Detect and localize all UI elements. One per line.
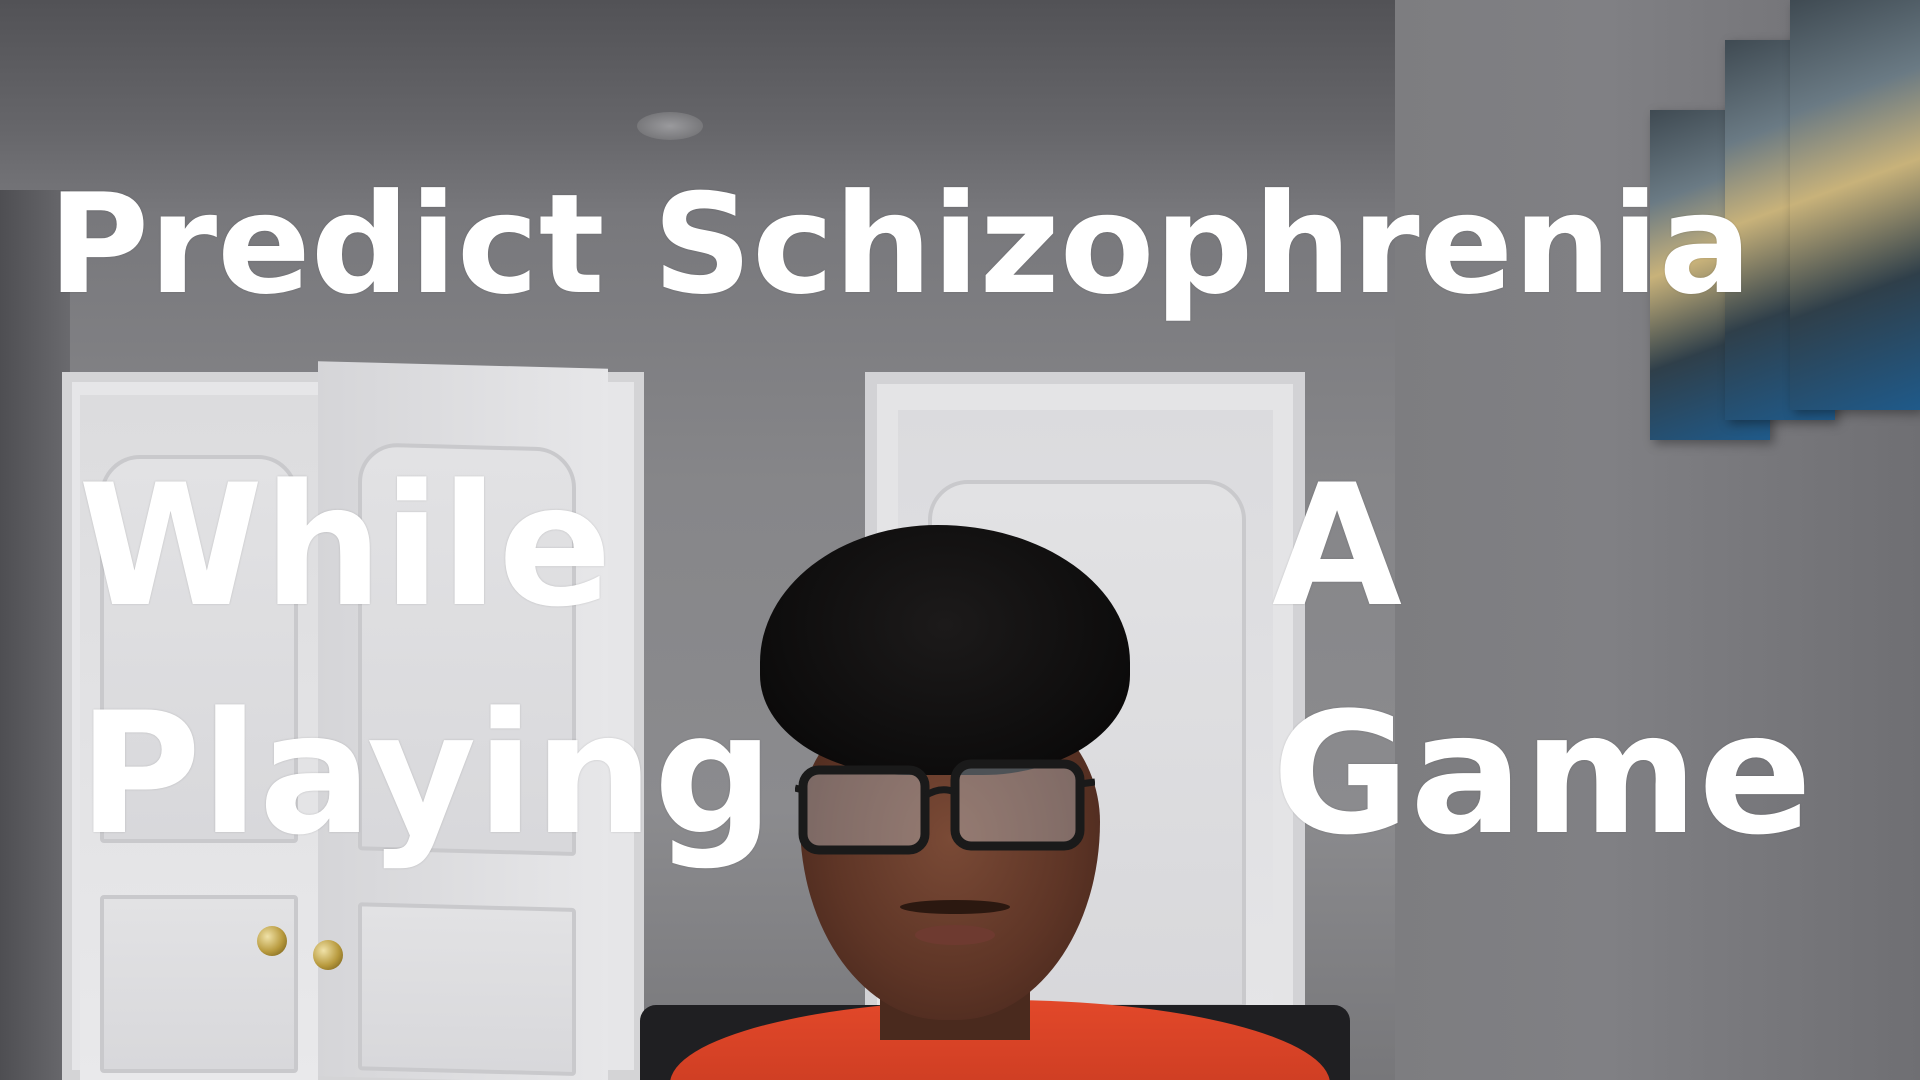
video-frame: Predict Schizophrenia While A Playing Ga…	[0, 0, 1920, 1080]
door-panel	[358, 902, 576, 1076]
glasses-icon	[795, 759, 1095, 855]
mouth	[915, 925, 995, 945]
caption-word-a: A	[1272, 448, 1403, 644]
video-title-text: Predict Schizophrenia	[48, 164, 1752, 325]
caption-word-while: While	[78, 448, 613, 644]
door-knob	[257, 926, 287, 956]
door-panel	[100, 895, 298, 1073]
caption-word-playing: Playing	[78, 676, 774, 872]
door-knob	[313, 940, 343, 970]
caption-word-game: Game	[1272, 676, 1813, 872]
ceiling-light	[637, 112, 703, 140]
wall-art-panel-3	[1790, 0, 1920, 410]
mustache	[900, 900, 1010, 914]
